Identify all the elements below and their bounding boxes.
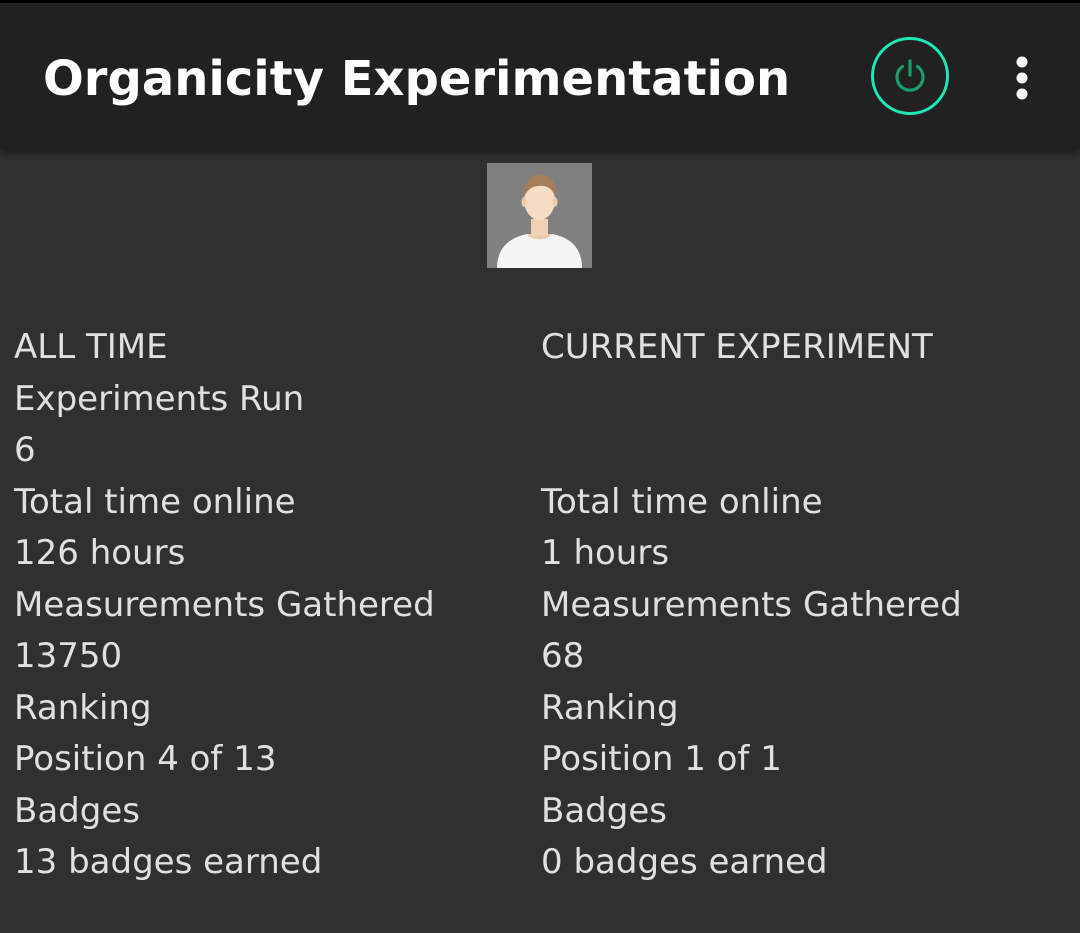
all-time-heading: ALL TIME [14,327,168,367]
power-button[interactable] [871,37,949,115]
spacer-row [541,374,1061,426]
current-experiment-heading: CURRENT EXPERIMENT [541,327,933,367]
total-time-value: 1 hours [541,533,670,573]
badges-value: 0 badges earned [541,842,828,882]
spacer-row [541,425,1061,477]
user-avatar-icon [487,163,592,268]
app-bar: Organicity Experimentation [0,0,1080,150]
badges-label: Badges [14,790,140,831]
total-time-label: Total time online [14,481,296,522]
user-avatar[interactable] [487,163,592,268]
current-experiment-stats: CURRENT EXPERIMENT Total time online 1 h… [541,322,1061,889]
measurements-label: Measurements Gathered [541,584,962,625]
experiments-run-value: 6 [14,430,36,470]
power-icon [895,59,925,92]
app-title: Organicity Experimentation [43,51,791,107]
measurements-value: 13750 [14,636,123,676]
ranking-label: Ranking [14,687,152,728]
measurements-value: 68 [541,636,585,676]
badges-value: 13 badges earned [14,842,323,882]
measurements-label: Measurements Gathered [14,584,435,625]
ranking-value: Position 1 of 1 [541,739,782,779]
total-time-value: 126 hours [14,533,186,573]
overflow-menu-button[interactable] [998,50,1046,104]
total-time-label: Total time online [541,481,823,522]
all-time-stats: ALL TIME Experiments Run 6 Total time on… [14,322,514,889]
ranking-label: Ranking [541,687,679,728]
experiments-run-label: Experiments Run [14,378,305,419]
more-vertical-icon [1016,56,1028,100]
badges-label: Badges [541,790,667,831]
ranking-value: Position 4 of 13 [14,739,277,779]
